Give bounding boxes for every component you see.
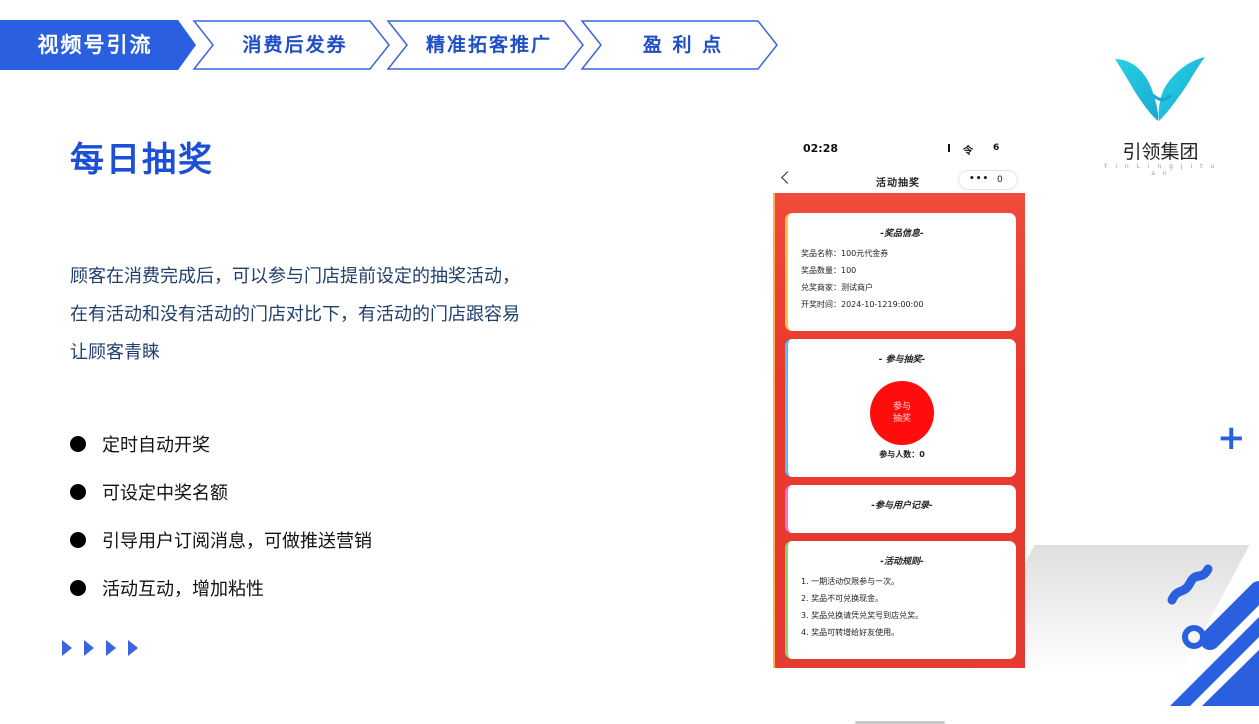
- status-time: 02:28: [803, 142, 839, 155]
- plus-icon: +: [1217, 418, 1246, 458]
- bullet-dot-icon: [70, 532, 86, 548]
- bullet-dot-icon: [70, 484, 86, 500]
- triangle-arrow-icon: [128, 640, 138, 656]
- triangle-arrow-icon: [106, 640, 116, 656]
- rules-card: -活动规则- 1. 一期活动仅限参与一次。 2. 奖品不可兑换现金。 3. 奖品…: [785, 541, 1016, 659]
- join-button-line: 抽奖: [892, 414, 911, 424]
- prize-info-card: -奖品信息- 奖品名称：100元代金券 奖品数量：100 兑奖商家：测试商户 开…: [785, 213, 1016, 331]
- feature-text: 活动互动，增加粘性: [102, 579, 264, 600]
- step-tab-label: 精准拓客推广: [425, 34, 552, 56]
- step-tab-coupon[interactable]: 消费后发券: [192, 20, 392, 70]
- user-records-card: -参与用户记录-: [785, 485, 1016, 533]
- company-logo: 引领集团 Y i n L i n g J i t u a n: [1103, 25, 1218, 177]
- step-tab-label: 盈 利 点: [642, 34, 724, 56]
- step-navigation: 视频号引流 消费后发券 精准拓客推广 盈 利 点: [0, 20, 790, 70]
- rule-line: 3. 奖品兑换请凭兑奖号到店兑奖。: [801, 611, 924, 620]
- app-header: 活动抽奖 ••• 0: [773, 167, 1023, 193]
- card-title: -活动规则-: [880, 557, 924, 567]
- feature-list: 定时自动开奖 可设定中奖名额 引导用户订阅消息，可做推送营销 活动互动，增加粘性: [70, 420, 372, 612]
- triangle-arrow-icon: [62, 640, 72, 656]
- page-title: 每日抽奖: [70, 140, 214, 180]
- mini-program-capsule[interactable]: ••• 0: [958, 170, 1018, 190]
- rule-line: 4. 奖品可转增给好友使用。: [801, 628, 900, 637]
- step-tab-promotion[interactable]: 精准拓客推广: [386, 20, 586, 70]
- lottery-screen: -奖品信息- 奖品名称：100元代金券 奖品数量：100 兑奖商家：测试商户 开…: [773, 193, 1025, 724]
- close-icon[interactable]: 0: [997, 175, 1003, 185]
- list-item: 可设定中奖名额: [70, 468, 372, 516]
- card-title: -参与用户记录-: [871, 501, 933, 511]
- rule-line: 2. 奖品不可兑换现金。: [801, 594, 884, 603]
- more-dots-icon[interactable]: •••: [969, 174, 989, 184]
- feature-text: 引导用户订阅消息，可做推送营销: [102, 531, 372, 552]
- triangle-arrow-icon: [84, 640, 94, 656]
- wifi-icon: 令: [963, 146, 973, 157]
- draw-time: 开奖时间：2024-10-1219:00:00: [801, 300, 924, 309]
- prize-quantity: 奖品数量：100: [801, 266, 857, 275]
- list-item: 活动互动，增加粘性: [70, 564, 372, 612]
- feature-text: 可设定中奖名额: [102, 483, 228, 504]
- step-tab-label: 视频号引流: [37, 33, 153, 57]
- phone-screenshot: 02:28 令 6 活动抽奖 ••• 0 -奖品信息- 奖品名称：100元代金券…: [773, 133, 1025, 724]
- description-text: 顾客在消费完成后，可以参与门店提前设定的抽奖活动，在有活动和没有活动的门店对比下…: [70, 266, 520, 363]
- bird-logo-icon: [1115, 57, 1205, 121]
- card-title: - 参与抽奖-: [878, 355, 926, 365]
- list-item: 定时自动开奖: [70, 420, 372, 468]
- prize-merchant: 兑奖商家：测试商户: [801, 283, 873, 292]
- step-tab-label: 消费后发券: [242, 34, 348, 56]
- join-lottery-card: - 参与抽奖- 参与 抽奖 参与人数：0: [785, 339, 1016, 477]
- decorative-arrows: [62, 640, 150, 656]
- battery-icon: 6: [993, 143, 1000, 153]
- card-title: -奖品信息-: [880, 229, 924, 239]
- bullet-dot-icon: [70, 436, 86, 452]
- status-bar: 02:28 令 6: [773, 133, 1023, 165]
- rule-line: 1. 一期活动仅限参与一次。: [801, 577, 900, 586]
- prize-name: 奖品名称：100元代金券: [801, 249, 889, 258]
- decorative-shapes-icon: [1167, 564, 1259, 706]
- join-button-line: 参与: [892, 402, 911, 412]
- bullet-dot-icon: [70, 580, 86, 596]
- step-tab-profit[interactable]: 盈 利 点: [580, 20, 780, 70]
- join-lottery-button[interactable]: 参与 抽奖: [870, 381, 934, 445]
- logo-subtitle: Y i n L i n g J i t u a n: [1103, 163, 1218, 177]
- logo-name: 引领集团: [1122, 141, 1199, 163]
- signal-icon: [948, 144, 950, 152]
- list-item: 引导用户订阅消息，可做推送营销: [70, 516, 372, 564]
- step-tab-video-traffic[interactable]: 视频号引流: [0, 20, 200, 70]
- participant-count: 参与人数：0: [879, 450, 925, 459]
- feature-text: 定时自动开奖: [102, 435, 210, 456]
